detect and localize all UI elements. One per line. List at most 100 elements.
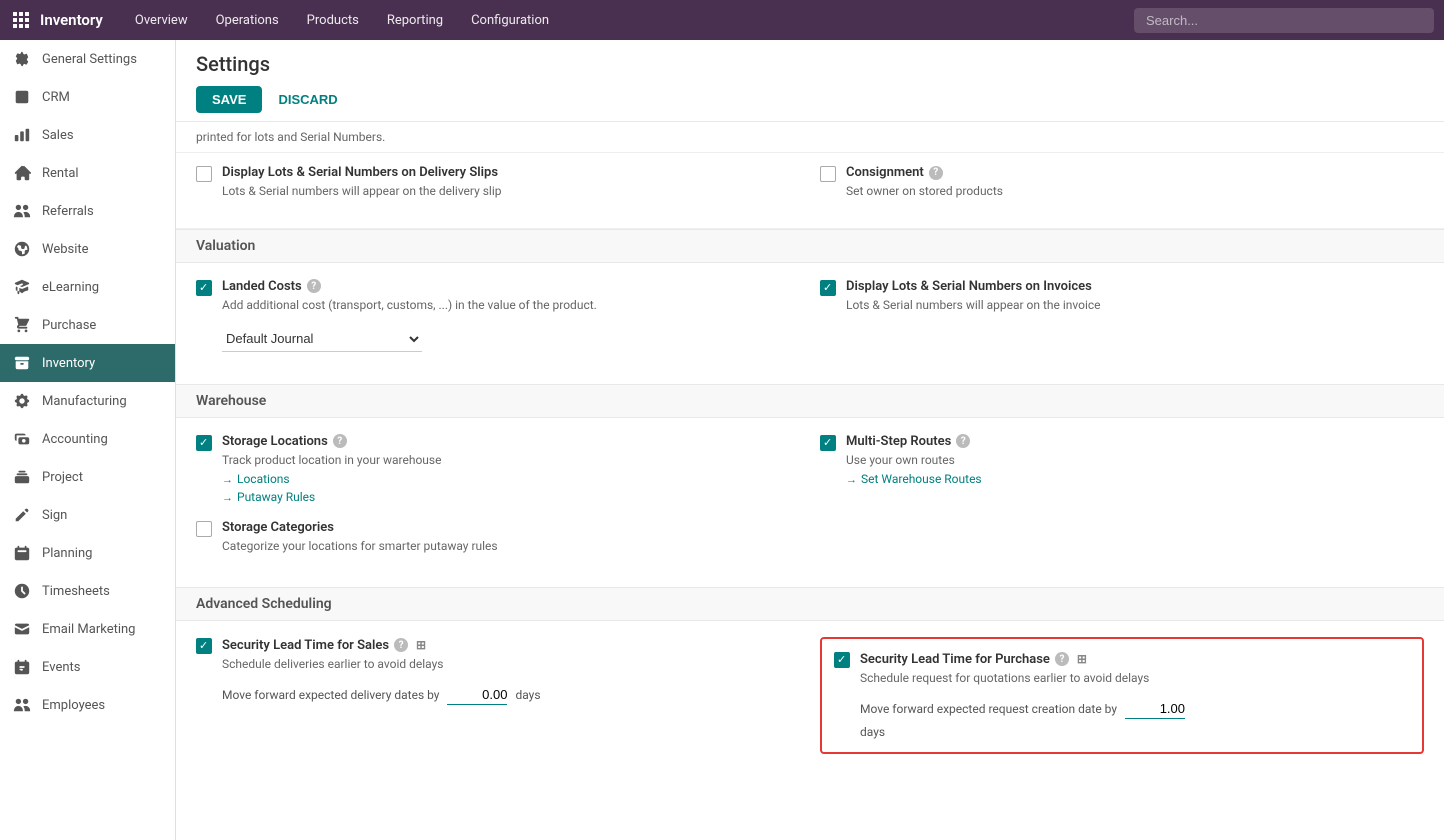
gear-icon: [12, 49, 32, 69]
sidebar-item-purchase[interactable]: Purchase: [0, 306, 175, 344]
multi-step-routes-item: Multi-Step Routes ? Use your own routes …: [820, 434, 1424, 505]
security-lead-sales-input[interactable]: [447, 685, 507, 705]
sidebar-item-email-marketing[interactable]: Email Marketing: [0, 610, 175, 648]
security-lead-sales-sheet-icon[interactable]: ⊞: [413, 637, 429, 653]
sidebar-item-accounting[interactable]: Accounting: [0, 420, 175, 458]
sidebar-item-referrals[interactable]: Referrals: [0, 192, 175, 230]
referrals-icon: [12, 201, 32, 221]
landed-costs-checkbox[interactable]: [196, 280, 212, 296]
storage-categories-content: Storage Categories Categorize your locat…: [222, 520, 800, 555]
warehouse-section-header: Warehouse: [176, 384, 1444, 418]
multi-step-routes-help-icon[interactable]: ?: [956, 434, 970, 448]
nav-products[interactable]: Products: [295, 7, 371, 34]
sidebar-label-manufacturing: Manufacturing: [42, 394, 127, 409]
landed-costs-help-icon[interactable]: ?: [307, 279, 321, 293]
sales-icon: [12, 125, 32, 145]
display-lots-invoices-content: Display Lots & Serial Numbers on Invoice…: [846, 279, 1424, 314]
security-lead-purchase-move-label: Move forward expected request creation d…: [860, 702, 1117, 716]
sidebar-item-website[interactable]: Website: [0, 230, 175, 268]
set-warehouse-routes-link[interactable]: → Set Warehouse Routes: [846, 472, 1424, 486]
putaway-rules-link[interactable]: → Putaway Rules: [222, 490, 800, 504]
main-content: Settings SAVE DISCARD printed for lots a…: [176, 40, 1444, 840]
app-grid-icon[interactable]: [10, 9, 32, 31]
sidebar-item-sign[interactable]: Sign: [0, 496, 175, 534]
sidebar-item-inventory[interactable]: Inventory: [0, 344, 175, 382]
routes-arrow: →: [846, 473, 857, 486]
security-lead-sales-move-label: Move forward expected delivery dates by: [222, 688, 439, 702]
traceability-row: Display Lots & Serial Numbers on Deliver…: [196, 165, 1424, 200]
consignment-desc: Set owner on stored products: [846, 183, 1424, 200]
sidebar-item-sales[interactable]: Sales: [0, 116, 175, 154]
sidebar-item-manufacturing[interactable]: Manufacturing: [0, 382, 175, 420]
consignment-help-icon[interactable]: ?: [929, 166, 943, 180]
display-lots-delivery-checkbox[interactable]: [196, 166, 212, 182]
security-lead-sales-checkbox[interactable]: [196, 638, 212, 654]
sidebar-item-events[interactable]: Events: [0, 648, 175, 686]
rental-icon: [12, 163, 32, 183]
sidebar-item-crm[interactable]: CRM: [0, 78, 175, 116]
elearning-icon: [12, 277, 32, 297]
security-lead-sales-content: Security Lead Time for Sales ? ⊞ Schedul…: [222, 637, 800, 705]
storage-locations-checkbox[interactable]: [196, 435, 212, 451]
security-lead-purchase-checkbox[interactable]: [834, 652, 850, 668]
nav-overview[interactable]: Overview: [123, 7, 200, 34]
security-lead-purchase-content: Security Lead Time for Purchase ? ⊞ Sche…: [860, 651, 1410, 740]
sidebar-item-planning[interactable]: Planning: [0, 534, 175, 572]
storage-locations-help-icon[interactable]: ?: [333, 434, 347, 448]
storage-categories-checkbox[interactable]: [196, 521, 212, 537]
security-lead-purchase-input[interactable]: [1125, 699, 1185, 719]
default-journal-dropdown-container: Default Journal: [222, 326, 800, 352]
traceability-section: Display Lots & Serial Numbers on Deliver…: [176, 153, 1444, 229]
warehouse-section-body: Storage Locations ? Track product locati…: [176, 418, 1444, 588]
sidebar-label-elearning: eLearning: [42, 280, 99, 295]
sidebar-label-website: Website: [42, 242, 89, 257]
valuation-section-header: Valuation: [176, 229, 1444, 263]
locations-link[interactable]: → Locations: [222, 472, 800, 486]
planning-icon: [12, 543, 32, 563]
nav-configuration[interactable]: Configuration: [459, 7, 561, 34]
sidebar-item-project[interactable]: Project: [0, 458, 175, 496]
consignment-checkbox[interactable]: [820, 166, 836, 182]
display-lots-delivery-desc: Lots & Serial numbers will appear on the…: [222, 183, 800, 200]
security-lead-sales-help-icon[interactable]: ?: [394, 638, 408, 652]
page-header: Settings SAVE DISCARD: [176, 40, 1444, 122]
sidebar-item-elearning[interactable]: eLearning: [0, 268, 175, 306]
storage-locations-content: Storage Locations ? Track product locati…: [222, 434, 800, 505]
manufacturing-icon: [12, 391, 32, 411]
discard-button[interactable]: DISCARD: [270, 86, 345, 113]
sidebar-item-employees[interactable]: Employees: [0, 686, 175, 724]
nav-reporting[interactable]: Reporting: [375, 7, 455, 34]
sidebar: General Settings CRM Sales Rental: [0, 40, 176, 840]
sidebar-label-referrals: Referrals: [42, 204, 94, 219]
landed-costs-item: Landed Costs ? Add additional cost (tran…: [196, 279, 800, 352]
security-lead-purchase-help-icon[interactable]: ?: [1055, 652, 1069, 666]
sidebar-label-email-marketing: Email Marketing: [42, 622, 135, 637]
storage-categories-desc: Categorize your locations for smarter pu…: [222, 538, 800, 555]
employees-icon: [12, 695, 32, 715]
website-icon: [12, 239, 32, 259]
landed-costs-title: Landed Costs ?: [222, 279, 800, 294]
search-input[interactable]: [1134, 8, 1434, 33]
multi-step-routes-title: Multi-Step Routes ?: [846, 434, 1424, 449]
settings-body: printed for lots and Serial Numbers. Dis…: [176, 122, 1444, 786]
security-lead-sales-title: Security Lead Time for Sales ? ⊞: [222, 637, 800, 653]
display-lots-invoices-checkbox[interactable]: [820, 280, 836, 296]
security-lead-sales-desc: Schedule deliveries earlier to avoid del…: [222, 656, 800, 673]
sidebar-item-rental[interactable]: Rental: [0, 154, 175, 192]
multi-step-routes-checkbox[interactable]: [820, 435, 836, 451]
landed-costs-content: Landed Costs ? Add additional cost (tran…: [222, 279, 800, 352]
default-journal-select[interactable]: Default Journal: [222, 326, 422, 352]
sidebar-item-general-settings[interactable]: General Settings: [0, 40, 175, 78]
security-lead-sales-input-row: Move forward expected delivery dates by …: [222, 685, 800, 705]
sidebar-item-timesheets[interactable]: Timesheets: [0, 572, 175, 610]
nav-operations[interactable]: Operations: [204, 7, 291, 34]
security-lead-purchase-sheet-icon[interactable]: ⊞: [1074, 651, 1090, 667]
advanced-scheduling-row: Security Lead Time for Sales ? ⊞ Schedul…: [196, 637, 1424, 754]
email-icon: [12, 619, 32, 639]
storage-categories-row: Storage Categories Categorize your locat…: [196, 520, 1424, 555]
security-lead-purchase-item: Security Lead Time for Purchase ? ⊞ Sche…: [820, 637, 1424, 754]
sidebar-label-accounting: Accounting: [42, 432, 108, 447]
display-lots-invoices-desc: Lots & Serial numbers will appear on the…: [846, 297, 1424, 314]
save-button[interactable]: SAVE: [196, 86, 262, 113]
crm-icon: [12, 87, 32, 107]
